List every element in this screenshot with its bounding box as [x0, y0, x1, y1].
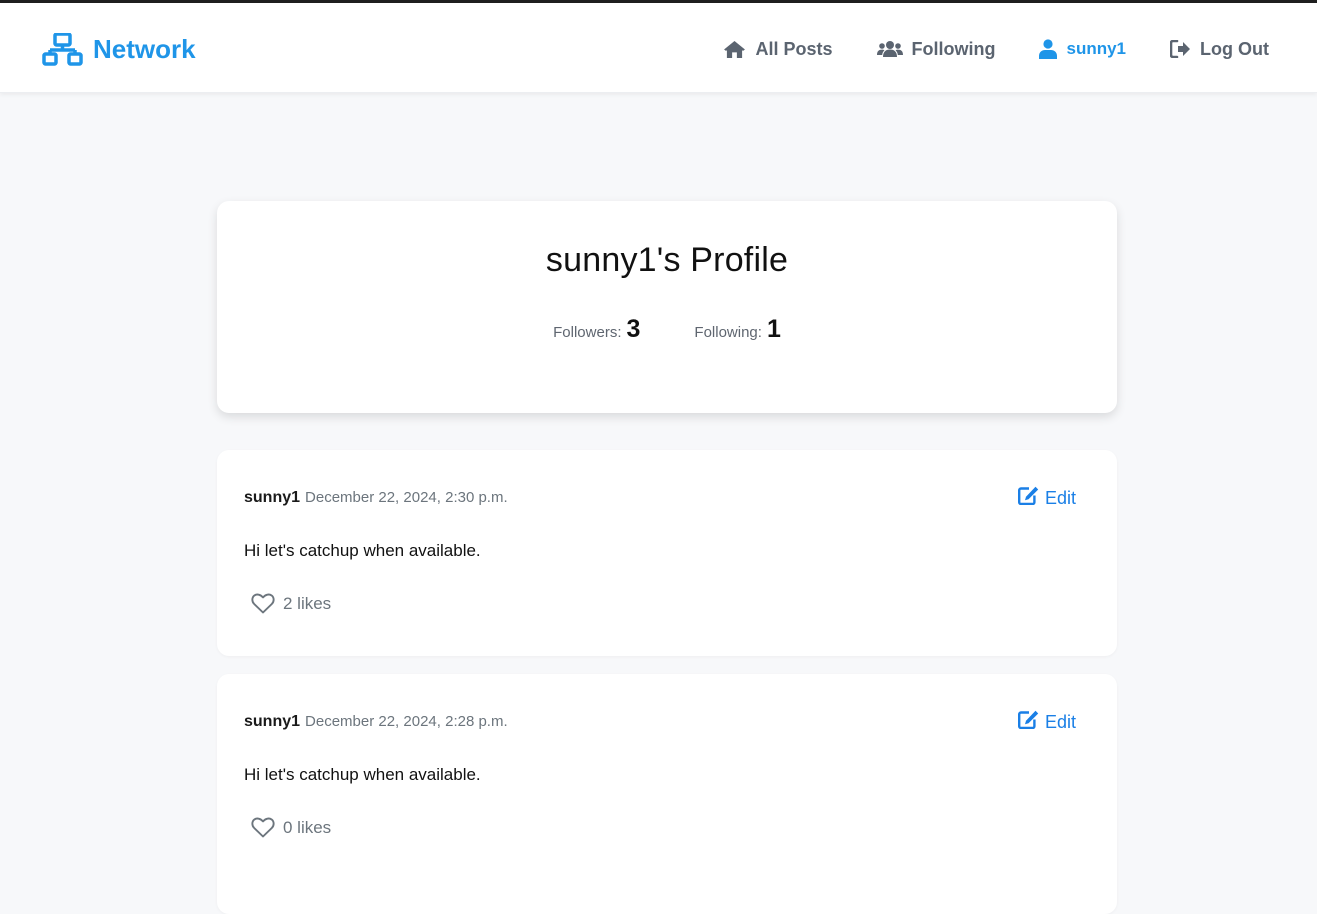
user-icon [1039, 39, 1058, 59]
brand-link[interactable]: Network [42, 31, 196, 67]
following-label: Following: [694, 324, 762, 341]
like-count: 2 likes [283, 593, 332, 613]
like-row: 0 likes [251, 817, 331, 838]
edit-icon [1017, 486, 1039, 510]
profile-title: sunny1's Profile [545, 241, 789, 279]
post-card: sunny1 December 22, 2024, 2:28 p.m. Edit… [217, 674, 1117, 914]
post-author[interactable]: sunny1 [244, 713, 300, 731]
edit-label: Edit [1044, 711, 1076, 732]
network-icon [42, 32, 83, 66]
users-icon [876, 40, 903, 58]
profile-card: sunny1's Profile Followers: 3 Following:… [217, 201, 1117, 413]
nav-all-posts[interactable]: All Posts [723, 38, 833, 60]
nav-log-out-label: Log Out [1200, 38, 1269, 59]
navbar: Network All Posts Following sunny1 Log O… [0, 3, 1317, 93]
heart-icon[interactable] [251, 593, 275, 614]
sign-out-icon [1170, 40, 1191, 58]
like-row: 2 likes [251, 593, 331, 614]
heart-icon[interactable] [251, 817, 275, 838]
nav-profile[interactable]: sunny1 [1039, 39, 1126, 59]
followers-count: 3 [626, 315, 641, 343]
followers-label: Followers: [553, 324, 622, 341]
post-author[interactable]: sunny1 [244, 489, 300, 507]
edit-button[interactable]: Edit [1017, 710, 1076, 734]
nav-links: All Posts Following sunny1 Log Out [723, 35, 1269, 63]
nav-following[interactable]: Following [876, 38, 996, 60]
post-content: Hi let's catchup when available. [244, 541, 481, 560]
edit-icon [1017, 710, 1039, 734]
post-timestamp: December 22, 2024, 2:30 p.m. [305, 489, 508, 506]
profile-stats: Followers: 3 Following: 1 [217, 315, 1117, 344]
nav-profile-label: sunny1 [1066, 39, 1127, 58]
post-card: sunny1 December 22, 2024, 2:30 p.m. Edit… [217, 450, 1117, 656]
edit-button[interactable]: Edit [1017, 486, 1076, 510]
post-content: Hi let's catchup when available. [244, 765, 481, 784]
edit-label: Edit [1044, 487, 1076, 508]
post-timestamp: December 22, 2024, 2:28 p.m. [305, 713, 508, 730]
followers-stat: Followers: 3 [553, 315, 640, 344]
post-header: sunny1 December 22, 2024, 2:30 p.m. [244, 489, 508, 507]
like-count: 0 likes [283, 817, 332, 837]
nav-log-out[interactable]: Log Out [1170, 39, 1269, 60]
nav-following-label: Following [911, 38, 996, 59]
following-stat: Following: 1 [694, 315, 780, 344]
home-icon [723, 40, 746, 59]
nav-all-posts-label: All Posts [755, 38, 833, 59]
following-count: 1 [766, 315, 781, 343]
post-header: sunny1 December 22, 2024, 2:28 p.m. [244, 713, 508, 731]
brand-name: Network [93, 33, 196, 64]
